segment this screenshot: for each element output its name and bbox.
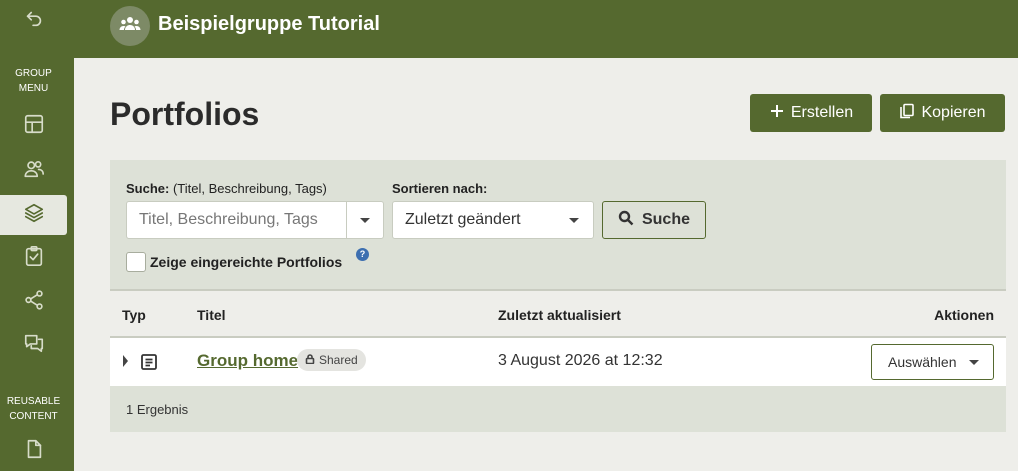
group-sidebar: GROUP MENU REUSABLE CONTENT <box>0 0 74 471</box>
search-button-label: Suche <box>641 211 690 228</box>
layout-icon <box>23 113 45 140</box>
group-icon <box>118 12 142 41</box>
layers-icon <box>23 202 45 229</box>
clipboard-check-icon <box>23 245 45 272</box>
create-button[interactable]: Erstellen <box>750 94 872 132</box>
sort-select[interactable]: Zuletzt geändert <box>392 201 594 239</box>
undo-arrow-icon <box>23 7 45 34</box>
sort-label-strong: Sortieren nach: <box>392 181 488 196</box>
column-header-type: Typ <box>122 307 146 323</box>
sidebar-item-home[interactable] <box>0 106 67 146</box>
portfolio-title-link[interactable]: Group home <box>197 351 298 371</box>
page-type-icon <box>139 352 159 372</box>
chevron-down-icon <box>969 360 979 365</box>
search-label: Suche: (Titel, Beschreibung, Tags) <box>126 181 327 196</box>
show-submitted-label[interactable]: Zeige eingereichte Portfolios <box>150 254 342 270</box>
expand-row-icon[interactable] <box>123 355 128 367</box>
group-title[interactable]: Beispielgruppe Tutorial <box>158 13 380 36</box>
back-button[interactable] <box>0 0 67 40</box>
help-icon[interactable]: ? <box>356 248 369 261</box>
table-row: Group home Shared 3 August 2026 at 12:32… <box>110 338 1006 386</box>
search-button[interactable]: Suche <box>602 201 706 239</box>
select-action-button[interactable]: Auswählen <box>871 344 994 380</box>
sidebar-item-forums[interactable] <box>0 325 67 365</box>
copy-button[interactable]: Kopieren <box>880 94 1005 132</box>
group-menu-label: GROUP MENU <box>15 68 52 94</box>
sort-select-value: Zuletzt geändert <box>405 211 521 228</box>
updated-date: 3 August 2026 at 12:32 <box>498 352 663 369</box>
search-type-dropdown[interactable] <box>346 202 383 238</box>
sidebar-item-members[interactable] <box>0 151 67 191</box>
table-header: Typ Titel Zuletzt aktualisiert Aktionen <box>110 289 1006 338</box>
group-avatar <box>110 6 150 46</box>
result-count: 1 Ergebnis <box>126 402 189 417</box>
sidebar-item-tasks[interactable] <box>0 238 67 278</box>
table-footer: 1 Ergebnis <box>110 386 1006 432</box>
select-action-label: Auswählen <box>888 354 957 370</box>
column-header-actions: Aktionen <box>934 307 994 323</box>
copy-button-label: Kopieren <box>921 104 986 121</box>
search-input[interactable] <box>127 202 347 238</box>
search-label-hint: (Titel, Beschreibung, Tags) <box>172 181 327 196</box>
shared-badge-label: Shared <box>319 353 358 367</box>
page-title: Portfolios <box>110 96 260 132</box>
chevron-down-icon <box>569 218 579 223</box>
plus-icon <box>769 103 785 124</box>
filter-panel: Suche: (Titel, Beschreibung, Tags) Sorti… <box>110 160 1006 289</box>
search-icon <box>618 210 634 231</box>
chevron-down-icon <box>360 217 370 223</box>
sort-label: Sortieren nach: <box>392 181 487 196</box>
sidebar-item-files[interactable] <box>0 431 67 471</box>
create-button-label: Erstellen <box>790 104 854 121</box>
lock-icon <box>305 353 315 367</box>
sidebar-item-share[interactable] <box>0 282 67 322</box>
copy-icon <box>899 103 915 124</box>
show-submitted-checkbox[interactable] <box>126 252 146 272</box>
group-header: Beispielgruppe Tutorial <box>74 0 1018 58</box>
column-header-title: Titel <box>197 307 226 323</box>
sidebar-item-portfolios[interactable] <box>0 195 67 235</box>
users-icon <box>23 158 45 185</box>
column-header-updated: Zuletzt aktualisiert <box>498 307 621 323</box>
search-label-strong: Suche: <box>126 181 170 196</box>
file-icon <box>23 438 45 465</box>
chat-icon <box>23 332 45 359</box>
share-icon <box>23 289 45 316</box>
reusable-content-label: REUSABLE CONTENT <box>6 396 61 422</box>
search-field <box>126 201 384 239</box>
shared-badge: Shared <box>297 349 366 371</box>
